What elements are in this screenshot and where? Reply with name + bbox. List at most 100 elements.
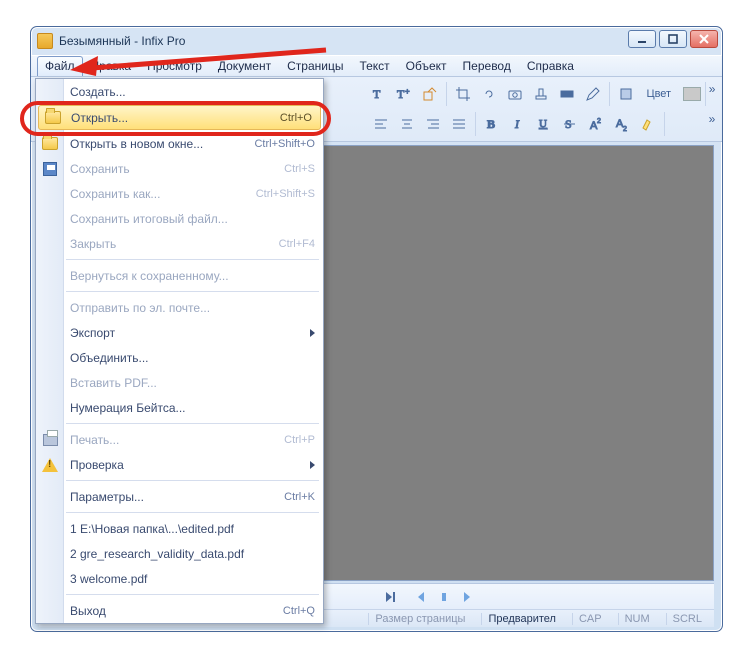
- stamp-tool-icon[interactable]: [529, 82, 553, 106]
- nav-last-stop-icon[interactable]: [379, 587, 401, 607]
- text-plus-tool-icon[interactable]: T+: [392, 82, 416, 106]
- crop-tool-icon[interactable]: [451, 82, 475, 106]
- svg-text:B: B: [487, 117, 495, 131]
- menu-file[interactable]: Файл: [37, 56, 83, 76]
- menu-recent-3-label: 3 welcome.pdf: [70, 572, 147, 586]
- menu-object[interactable]: Объект: [398, 56, 455, 76]
- menu-pages[interactable]: Страницы: [279, 56, 351, 76]
- menu-parameters[interactable]: Параметры... Ctrl+K: [36, 484, 323, 509]
- menu-export[interactable]: Экспорт: [36, 320, 323, 345]
- nav-pager-icon[interactable]: [433, 587, 455, 607]
- menu-bates[interactable]: Нумерация Бейтса...: [36, 395, 323, 420]
- minimize-button[interactable]: [628, 30, 656, 48]
- status-scrl: SCRL: [666, 613, 708, 625]
- highlight-icon[interactable]: [636, 112, 660, 136]
- open-folder-icon-2: [41, 135, 59, 153]
- nav-prev-icon[interactable]: [411, 587, 433, 607]
- menu-recent-1-label: 1 E:\Новая папка\...\edited.pdf: [70, 522, 234, 536]
- menu-recent-3[interactable]: 3 welcome.pdf: [36, 566, 323, 591]
- svg-text:2: 2: [623, 126, 627, 132]
- menu-send-mail: Отправить по эл. почте...: [36, 295, 323, 320]
- menu-merge[interactable]: Объединить...: [36, 345, 323, 370]
- text-tool-icon[interactable]: T: [366, 82, 390, 106]
- menu-separator: [66, 512, 319, 513]
- menu-insert-pdf-label: Вставить PDF...: [70, 376, 157, 390]
- save-icon: [41, 160, 59, 178]
- menu-recent-2-label: 2 gre_research_validity_data.pdf: [70, 547, 244, 561]
- status-page-size: Размер страницы: [368, 613, 471, 625]
- menu-exit-label: Выход: [70, 604, 106, 618]
- italic-icon[interactable]: I: [506, 112, 530, 136]
- menu-revert-label: Вернуться к сохраненному...: [70, 269, 229, 283]
- menu-text[interactable]: Текст: [351, 56, 397, 76]
- close-button[interactable]: [690, 30, 718, 48]
- subscript-icon[interactable]: A2: [610, 112, 634, 136]
- menu-save-final-label: Сохранить итоговый файл...: [70, 212, 228, 226]
- status-preview[interactable]: Предварител: [481, 613, 562, 625]
- bold-icon[interactable]: B: [480, 112, 504, 136]
- menu-create-label: Создать...: [70, 85, 126, 99]
- svg-text:+: +: [405, 87, 410, 96]
- menu-export-label: Экспорт: [70, 326, 115, 340]
- menu-edit[interactable]: Правка: [83, 56, 140, 76]
- align-justify-icon[interactable]: [447, 112, 471, 136]
- menu-print-label: Печать...: [70, 433, 119, 447]
- align-right-icon[interactable]: [421, 112, 445, 136]
- menu-help[interactable]: Справка: [519, 56, 582, 76]
- print-icon: [41, 431, 59, 449]
- menu-save-shortcut: Ctrl+S: [284, 163, 315, 175]
- nav-next-icon[interactable]: [455, 587, 477, 607]
- menu-save: Сохранить Ctrl+S: [36, 156, 323, 181]
- status-cap: CAP: [572, 613, 608, 625]
- superscript-icon[interactable]: A2: [584, 112, 608, 136]
- object-tool-icon[interactable]: [418, 82, 442, 106]
- menu-document[interactable]: Документ: [210, 56, 279, 76]
- menu-insert-pdf: Вставить PDF...: [36, 370, 323, 395]
- toolbar-overflow-icon[interactable]: »: [706, 82, 718, 106]
- underline-icon[interactable]: U: [532, 112, 556, 136]
- menu-save-final: Сохранить итоговый файл...: [36, 206, 323, 231]
- open-folder-icon: [44, 109, 62, 127]
- menu-open-new-shortcut: Ctrl+Shift+O: [254, 138, 315, 150]
- redact-tool-icon[interactable]: [555, 82, 579, 106]
- camera-tool-icon[interactable]: [503, 82, 527, 106]
- menu-close-label: Закрыть: [70, 237, 116, 251]
- menu-separator: [66, 259, 319, 260]
- pencil-tool-icon[interactable]: [581, 82, 605, 106]
- menu-create[interactable]: Создать...: [36, 79, 323, 104]
- menu-exit[interactable]: Выход Ctrl+Q: [36, 598, 323, 623]
- menu-open-new-window[interactable]: Открыть в новом окне... Ctrl+Shift+O: [36, 131, 323, 156]
- svg-text:I: I: [514, 117, 520, 131]
- svg-text:2: 2: [597, 118, 601, 125]
- menu-open-shortcut: Ctrl+O: [280, 112, 312, 124]
- menu-separator: [66, 480, 319, 481]
- menu-view[interactable]: Просмотр: [139, 56, 210, 76]
- menu-parameters-label: Параметры...: [70, 490, 144, 504]
- toolbar-overflow-icon-2[interactable]: »: [706, 112, 718, 136]
- svg-text:U: U: [539, 118, 547, 130]
- menu-check[interactable]: Проверка: [36, 452, 323, 477]
- maximize-button[interactable]: [659, 30, 687, 48]
- menu-translate[interactable]: Перевод: [455, 56, 519, 76]
- menu-open[interactable]: Открыть... Ctrl+O: [38, 105, 321, 130]
- menu-bar: Файл Правка Просмотр Документ Страницы Т…: [31, 55, 722, 77]
- title-bar: Безымянный - Infix Pro: [31, 27, 722, 55]
- color-label: Цвет: [640, 88, 677, 100]
- menu-bates-label: Нумерация Бейтса...: [70, 401, 186, 415]
- menu-recent-2[interactable]: 2 gre_research_validity_data.pdf: [36, 541, 323, 566]
- menu-merge-label: Объединить...: [70, 351, 149, 365]
- strike-icon[interactable]: S: [558, 112, 582, 136]
- menu-separator: [66, 291, 319, 292]
- status-num: NUM: [618, 613, 656, 625]
- menu-open-label: Открыть...: [71, 111, 128, 125]
- align-left-icon[interactable]: [369, 112, 393, 136]
- shape-tool-icon[interactable]: [614, 82, 638, 106]
- link-tool-icon[interactable]: [477, 82, 501, 106]
- menu-recent-1[interactable]: 1 E:\Новая папка\...\edited.pdf: [36, 516, 323, 541]
- menu-save-label: Сохранить: [70, 162, 130, 176]
- menu-open-new-label: Открыть в новом окне...: [70, 137, 203, 151]
- window-title: Безымянный - Infix Pro: [59, 34, 185, 48]
- align-center-icon[interactable]: [395, 112, 419, 136]
- color-swatch[interactable]: [683, 87, 701, 101]
- menu-close-shortcut: Ctrl+F4: [279, 238, 315, 250]
